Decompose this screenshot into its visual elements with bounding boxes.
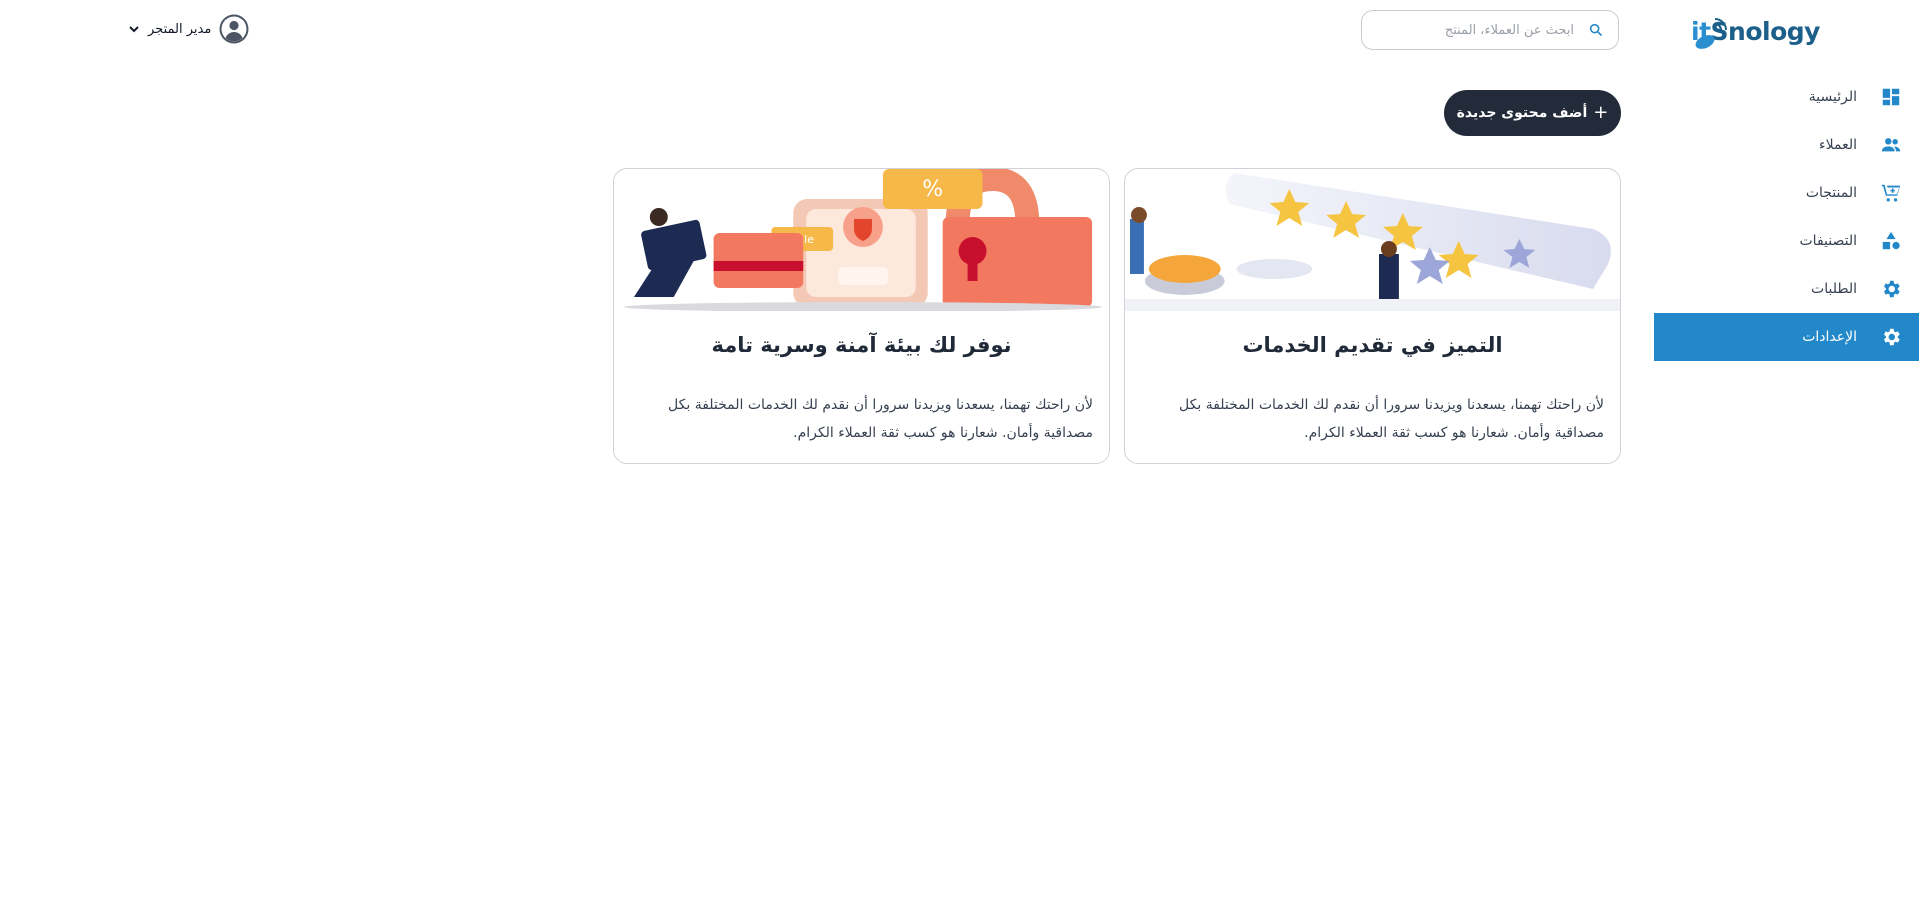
user-menu[interactable]: مدير المتجر xyxy=(128,14,249,44)
logo-mark-icon xyxy=(1695,18,1727,49)
card-title: نوفر لك بيئة آمنة وسرية تامة xyxy=(711,333,1012,357)
users-icon xyxy=(1879,133,1903,157)
search-bar xyxy=(1361,10,1619,50)
sidebar-item-label: الإعدادات xyxy=(1802,329,1857,345)
sidebar-item-label: التصنيفات xyxy=(1799,233,1858,249)
plus-icon: + xyxy=(1593,102,1609,123)
percent-badge-text: % xyxy=(922,177,943,202)
card-title: التميز في تقديم الخدمات xyxy=(1242,333,1503,357)
sidebar-item-categories[interactable]: التصنيفات xyxy=(1654,217,1919,265)
add-content-button[interactable]: + أضف محتوى جديدة xyxy=(1444,90,1621,136)
gear-icon xyxy=(1879,325,1903,349)
avatar[interactable] xyxy=(219,14,249,44)
sidebar: itSnology الرئيسية العملاء المنتجات التص… xyxy=(1654,0,1919,901)
sidebar-nav: الرئيسية العملاء المنتجات التصنيفات الطل… xyxy=(1654,73,1919,361)
content-card[interactable]: % Sale نوفر لك بيئة آمنة وسرية تامة لأن … xyxy=(613,168,1110,464)
cart-icon xyxy=(1879,181,1903,205)
stars-rating-illustration xyxy=(1125,169,1620,311)
dashboard-icon xyxy=(1879,85,1903,109)
sidebar-item-orders[interactable]: الطلبات xyxy=(1654,265,1919,313)
search-icon[interactable] xyxy=(1588,22,1604,38)
content-cards: التميز في تقديم الخدمات لأن راحتك تهمنا،… xyxy=(613,168,1621,464)
sidebar-item-customers[interactable]: العملاء xyxy=(1654,121,1919,169)
card-description: لأن راحتك تهمنا، يسعدنا ويزيدنا سرورا أن… xyxy=(668,397,1093,441)
content-card[interactable]: التميز في تقديم الخدمات لأن راحتك تهمنا،… xyxy=(1124,168,1621,464)
brand-logo[interactable]: itSnology xyxy=(1691,8,1871,54)
sidebar-item-label: الطلبات xyxy=(1811,281,1857,297)
sidebar-item-label: العملاء xyxy=(1819,137,1857,153)
sidebar-item-label: الرئيسية xyxy=(1808,89,1857,105)
card-description: لأن راحتك تهمنا، يسعدنا ويزيدنا سرورا أن… xyxy=(1179,397,1604,441)
sidebar-item-home[interactable]: الرئيسية xyxy=(1654,73,1919,121)
user-name: مدير المتجر xyxy=(148,21,212,37)
search-input[interactable] xyxy=(1376,22,1574,38)
add-content-label: أضف محتوى جديدة xyxy=(1456,105,1588,121)
gear-icon xyxy=(1879,277,1903,301)
app-root: itSnology الرئيسية العملاء المنتجات التص… xyxy=(0,0,1919,901)
sidebar-item-products[interactable]: المنتجات xyxy=(1654,169,1919,217)
sidebar-item-label: المنتجات xyxy=(1805,185,1857,201)
shapes-icon xyxy=(1879,229,1903,253)
secure-lock-illustration: % Sale xyxy=(614,169,1109,311)
sidebar-item-settings[interactable]: الإعدادات xyxy=(1654,313,1919,361)
chevron-down-icon[interactable] xyxy=(128,23,140,35)
